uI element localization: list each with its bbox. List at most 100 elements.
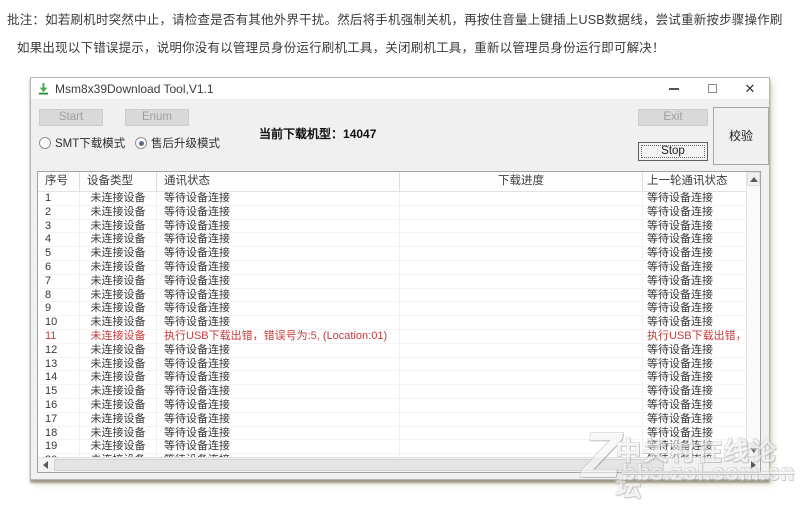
table-cell: 等待设备连接 — [647, 192, 713, 204]
table-cell: 等待设备连接 — [157, 247, 400, 260]
maximize-button[interactable] — [693, 78, 731, 99]
table-cell: 未连接设备 — [80, 233, 157, 247]
table-cell: 等待设备连接 — [157, 412, 400, 426]
table-cell: 未连接设备 — [80, 192, 157, 205]
header-comm-status: 通讯状态 — [157, 172, 400, 191]
table-cell: 10 — [38, 316, 80, 329]
table-cell — [400, 440, 643, 454]
table-cell — [400, 426, 643, 440]
table-row[interactable]: 12 未连接设备 等待设备连接 等待设备连接 — [38, 343, 746, 358]
table-row[interactable]: 7 未连接设备 等待设备连接 等待设备连接 — [38, 274, 746, 289]
radio-smt-label: SMT下载模式 — [55, 138, 126, 150]
table-cell: 11 — [38, 329, 80, 343]
table-row[interactable]: 8 未连接设备 等待设备连接 等待设备连接 — [38, 288, 746, 303]
table-cell: 17 — [38, 412, 80, 426]
table-cell: 19 — [38, 440, 80, 454]
table-row[interactable]: 6 未连接设备 等待设备连接 等待设备连接 — [38, 260, 746, 275]
table-row[interactable]: 18 未连接设备 等待设备连接 等待设备连接 — [38, 426, 746, 441]
enum-button[interactable]: Enum — [125, 109, 189, 126]
horizontal-scrollbar[interactable] — [38, 457, 760, 472]
table-cell: 等待设备连接 — [157, 316, 400, 329]
table-cell: 等待设备连接 — [647, 343, 713, 356]
scroll-left-button[interactable] — [38, 458, 52, 472]
minimize-button[interactable] — [655, 78, 693, 99]
table-row[interactable]: 16 未连接设备 等待设备连接 等待设备连接 — [38, 398, 746, 413]
table-cell — [400, 219, 643, 233]
table-cell: 未连接设备 — [80, 412, 157, 426]
table-row[interactable]: 4 未连接设备 等待设备连接 等待设备连接 — [38, 233, 746, 248]
table-row[interactable]: 5 未连接设备 等待设备连接 等待设备连接 — [38, 247, 746, 261]
table-cell: 等待设备连接 — [647, 219, 713, 232]
exit-button[interactable]: Exit — [638, 109, 708, 126]
table-cell: 4 — [38, 233, 80, 247]
note-line-2: 如果出现以下错误提示，说明你没有以管理员身份运行刷机工具，关闭刷机工具，重新以管… — [17, 41, 665, 55]
radio-smt-mode[interactable]: SMT下载模式 — [39, 135, 125, 151]
table-cell: 未连接设备 — [80, 371, 157, 385]
table-cell — [400, 247, 643, 260]
table-row[interactable]: 3 未连接设备 等待设备连接 等待设备连接 — [38, 219, 746, 234]
table-row[interactable]: 14 未连接设备 等待设备连接 等待设备连接 — [38, 371, 746, 386]
close-icon: ✕ — [744, 81, 756, 96]
table-row[interactable]: 1 未连接设备 等待设备连接 等待设备连接 — [38, 192, 746, 206]
table-cell — [400, 385, 643, 398]
table-cell: 未连接设备 — [80, 247, 157, 260]
table-cell: 12 — [38, 343, 80, 357]
start-button[interactable]: Start — [39, 109, 103, 126]
table-cell: 未连接设备 — [80, 274, 157, 288]
table-header: 序号 设备类型 通讯状态 下载进度 上一轮通讯状态 — [38, 172, 746, 192]
table-cell: 等待设备连接 — [157, 385, 400, 398]
table-cell: 8 — [38, 288, 80, 302]
table-cell: 2 — [38, 205, 80, 219]
table-cell: 14 — [38, 371, 80, 385]
table-cell: 等待设备连接 — [157, 343, 400, 357]
device-table: 序号 设备类型 通讯状态 下载进度 上一轮通讯状态 1 未连接设备 等待设备连接 等待… — [37, 171, 761, 473]
arrow-up-icon — [749, 176, 758, 182]
table-cell: 15 — [38, 385, 80, 398]
scroll-right-button[interactable] — [746, 458, 760, 472]
title-bar[interactable]: Msm8x39Download Tool,V1.1 ✕ — [31, 78, 769, 100]
arrow-down-icon — [749, 447, 758, 453]
table-cell: 等待设备连接 — [157, 274, 400, 288]
table-cell — [400, 192, 643, 205]
table-cell: 6 — [38, 260, 80, 274]
table-cell — [400, 288, 643, 302]
table-cell: 未连接设备 — [80, 205, 157, 219]
table-cell: 等待设备连接 — [647, 371, 713, 384]
table-cell: 执行USB下载出错，错误号为:5, (Location:01) — [157, 329, 400, 343]
verify-button[interactable]: 校验 — [713, 107, 769, 165]
table-cell: 等待设备连接 — [157, 233, 400, 247]
table-cell: 等待设备连接 — [647, 247, 713, 260]
radio-unselected-icon — [39, 137, 51, 149]
table-row[interactable]: 10 未连接设备 等待设备连接 等待设备连接 — [38, 316, 746, 330]
table-row[interactable]: 19 未连接设备 等待设备连接 等待设备连接 — [38, 440, 746, 455]
header-index: 序号 — [38, 172, 80, 191]
maximize-icon — [707, 84, 717, 93]
table-row[interactable]: 9 未连接设备 等待设备连接 等待设备连接 — [38, 302, 746, 317]
table-row[interactable]: 2 未连接设备 等待设备连接 等待设备连接 — [38, 205, 746, 220]
table-cell: 13 — [38, 357, 80, 371]
header-progress: 下载进度 — [400, 172, 643, 191]
arrow-left-icon — [42, 461, 48, 469]
table-cell — [400, 329, 643, 343]
radio-aftersales-label: 售后升级模式 — [151, 138, 220, 150]
table-row[interactable]: 13 未连接设备 等待设备连接 等待设备连接 — [38, 357, 746, 372]
table-cell: 未连接设备 — [80, 398, 157, 412]
table-body: 1 未连接设备 等待设备连接 等待设备连接 2 未连接设备 等待设备连接 等待设备连接 3 未连接… — [38, 192, 746, 457]
radio-aftersales-mode[interactable]: 售后升级模式 — [135, 135, 220, 151]
horizontal-scroll-thumb[interactable] — [54, 459, 664, 471]
table-row[interactable]: 11 未连接设备 执行USB下载出错，错误号为:5, (Location:01) 执行… — [38, 329, 746, 344]
table-cell: 等待设备连接 — [647, 385, 713, 398]
download-icon — [38, 82, 49, 95]
table-cell: 等待设备连接 — [157, 192, 400, 205]
table-row[interactable]: 15 未连接设备 等待设备连接 等待设备连接 — [38, 385, 746, 399]
table-cell: 3 — [38, 219, 80, 233]
table-cell: 未连接设备 — [80, 343, 157, 357]
close-button[interactable]: ✕ — [731, 78, 769, 99]
scroll-down-button[interactable] — [747, 443, 760, 457]
stop-button[interactable]: Stop — [638, 142, 708, 161]
table-cell: 等待设备连接 — [157, 302, 400, 316]
scroll-up-button[interactable] — [747, 172, 760, 186]
table-row[interactable]: 17 未连接设备 等待设备连接 等待设备连接 — [38, 412, 746, 427]
vertical-scrollbar[interactable] — [746, 172, 760, 457]
current-model-value: 14047 — [343, 127, 377, 141]
